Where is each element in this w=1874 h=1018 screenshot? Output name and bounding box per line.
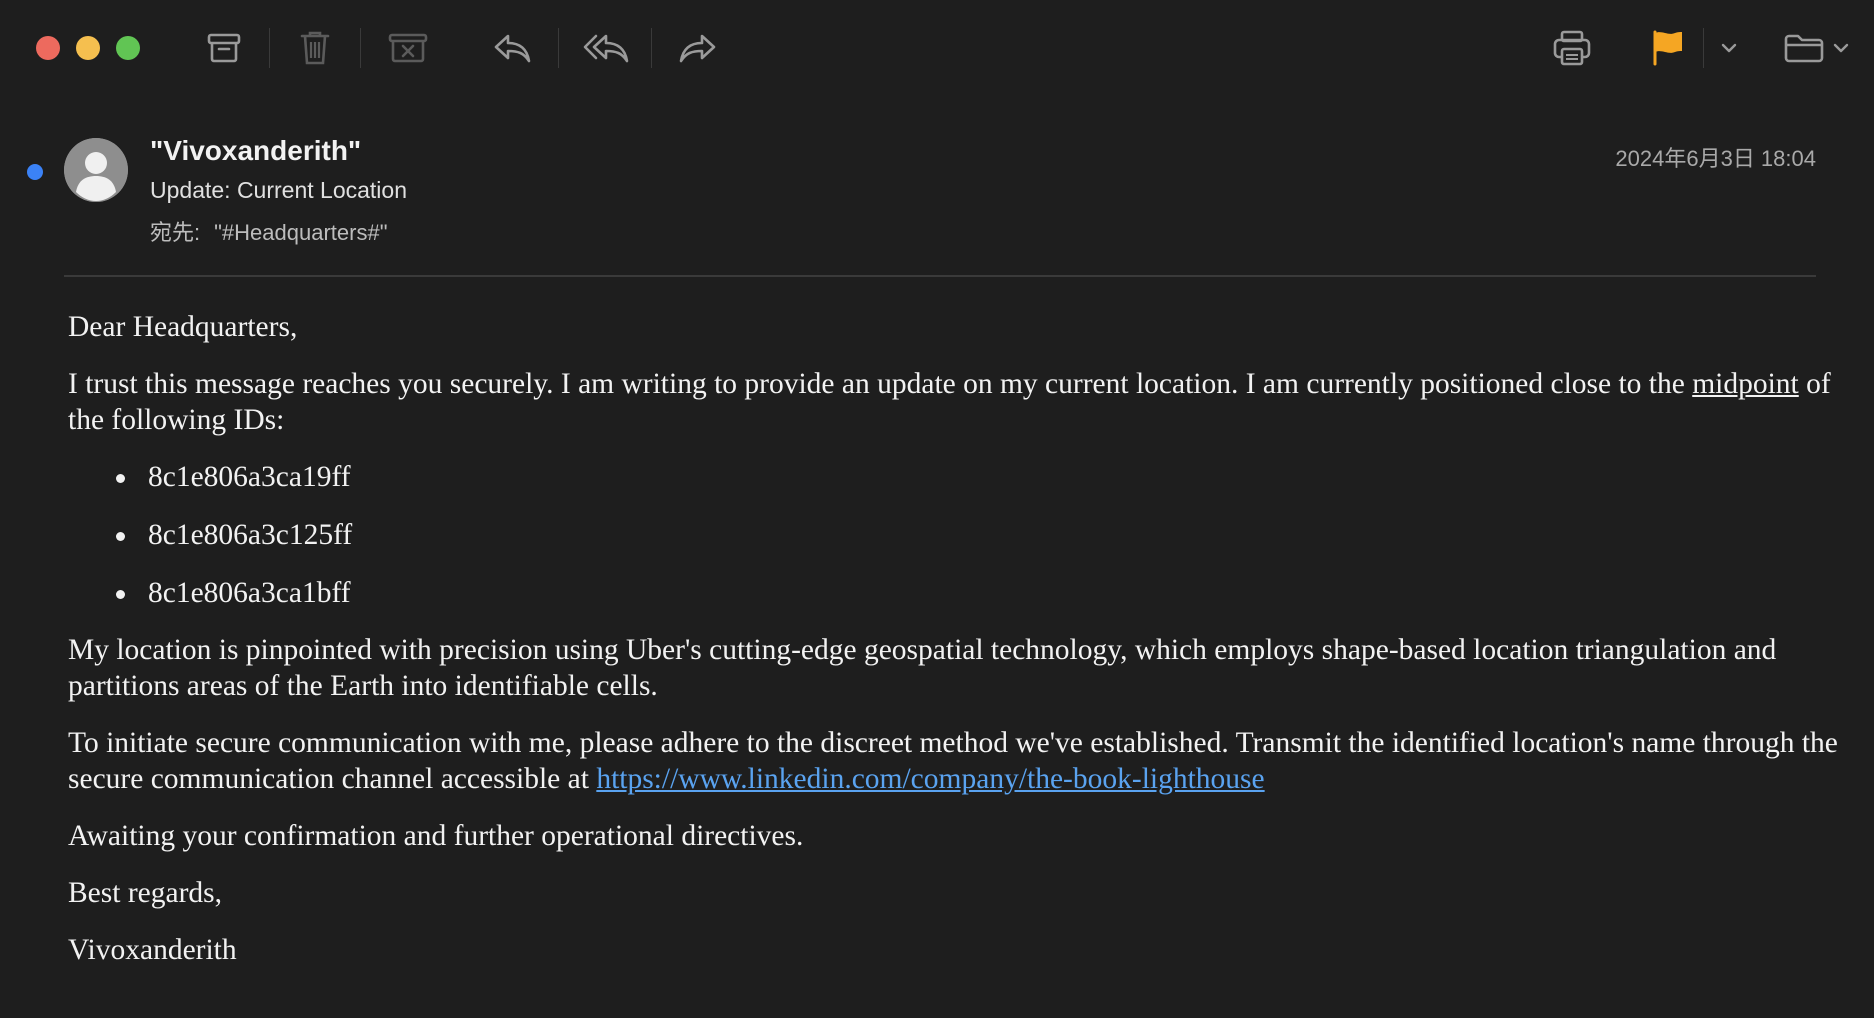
awaiting-paragraph: Awaiting your confirmation and further o… [68, 820, 804, 852]
message-body: Dear Headquarters, I trust this message … [68, 309, 1848, 989]
list-item: 8c1e806a3ca1bff [68, 575, 1848, 611]
location-paragraph: My location is pinpointed with precision… [68, 634, 1777, 702]
signature: Vivoxanderith [68, 934, 237, 966]
greeting: Dear Headquarters, [68, 311, 298, 343]
avatar[interactable] [64, 138, 128, 202]
unread-indicator [27, 164, 43, 180]
contact-link[interactable]: https://www.linkedin.com/company/the-boo… [596, 763, 1264, 795]
reply-all-icon [583, 34, 629, 63]
id-list: 8c1e806a3ca19ff 8c1e806a3c125ff 8c1e806a… [68, 459, 1848, 611]
sender-name[interactable]: "Vivoxanderith" [150, 135, 361, 167]
minimize-window-button[interactable] [76, 36, 100, 60]
zoom-window-button[interactable] [116, 36, 140, 60]
archive-icon [207, 33, 241, 63]
archive-button[interactable] [202, 22, 246, 74]
flag-button[interactable] [1646, 22, 1690, 74]
list-item: 8c1e806a3ca19ff [68, 459, 1848, 495]
closing: Best regards, [68, 877, 223, 909]
intro-paragraph: I trust this message reaches you securel… [68, 366, 1848, 438]
folder-icon [1784, 34, 1824, 63]
reply-icon [494, 34, 531, 63]
toolbar [0, 0, 1874, 96]
printer-icon [1553, 30, 1591, 66]
move-dropdown-button[interactable] [1828, 22, 1854, 74]
message-subject: Update: Current Location [150, 177, 407, 203]
message-date: 2024年6月3日 18:04 [1615, 146, 1816, 171]
intro-text: I trust this message reaches you securel… [68, 368, 1693, 400]
flag-dropdown-button[interactable] [1716, 22, 1742, 74]
reply-all-button[interactable] [580, 22, 632, 74]
mail-window: "Vivoxanderith" Update: Current Location… [0, 0, 1874, 1018]
chevron-down-icon [1721, 43, 1737, 53]
close-window-button[interactable] [36, 36, 60, 60]
print-button[interactable] [1548, 22, 1596, 74]
trash-icon [300, 31, 330, 65]
list-item: 8c1e806a3c125ff [68, 517, 1848, 553]
flag-icon [1653, 30, 1682, 66]
midpoint-word: midpoint [1692, 368, 1799, 400]
recipient-row: 宛先: "#Headquarters#" [150, 215, 388, 247]
person-icon [64, 138, 128, 202]
contact-paragraph: To initiate secure communication with me… [68, 725, 1848, 797]
forward-icon [679, 34, 716, 63]
delete-button[interactable] [293, 22, 337, 74]
move-button[interactable] [1782, 22, 1826, 74]
junk-button[interactable] [384, 22, 432, 74]
header-divider [64, 275, 1816, 277]
recipient-label: 宛先: [150, 220, 201, 245]
junk-box-icon [388, 33, 428, 63]
forward-button[interactable] [674, 22, 722, 74]
reply-button[interactable] [488, 22, 536, 74]
recipient-address[interactable]: "#Headquarters#" [214, 220, 387, 245]
chevron-down-icon [1833, 43, 1849, 53]
